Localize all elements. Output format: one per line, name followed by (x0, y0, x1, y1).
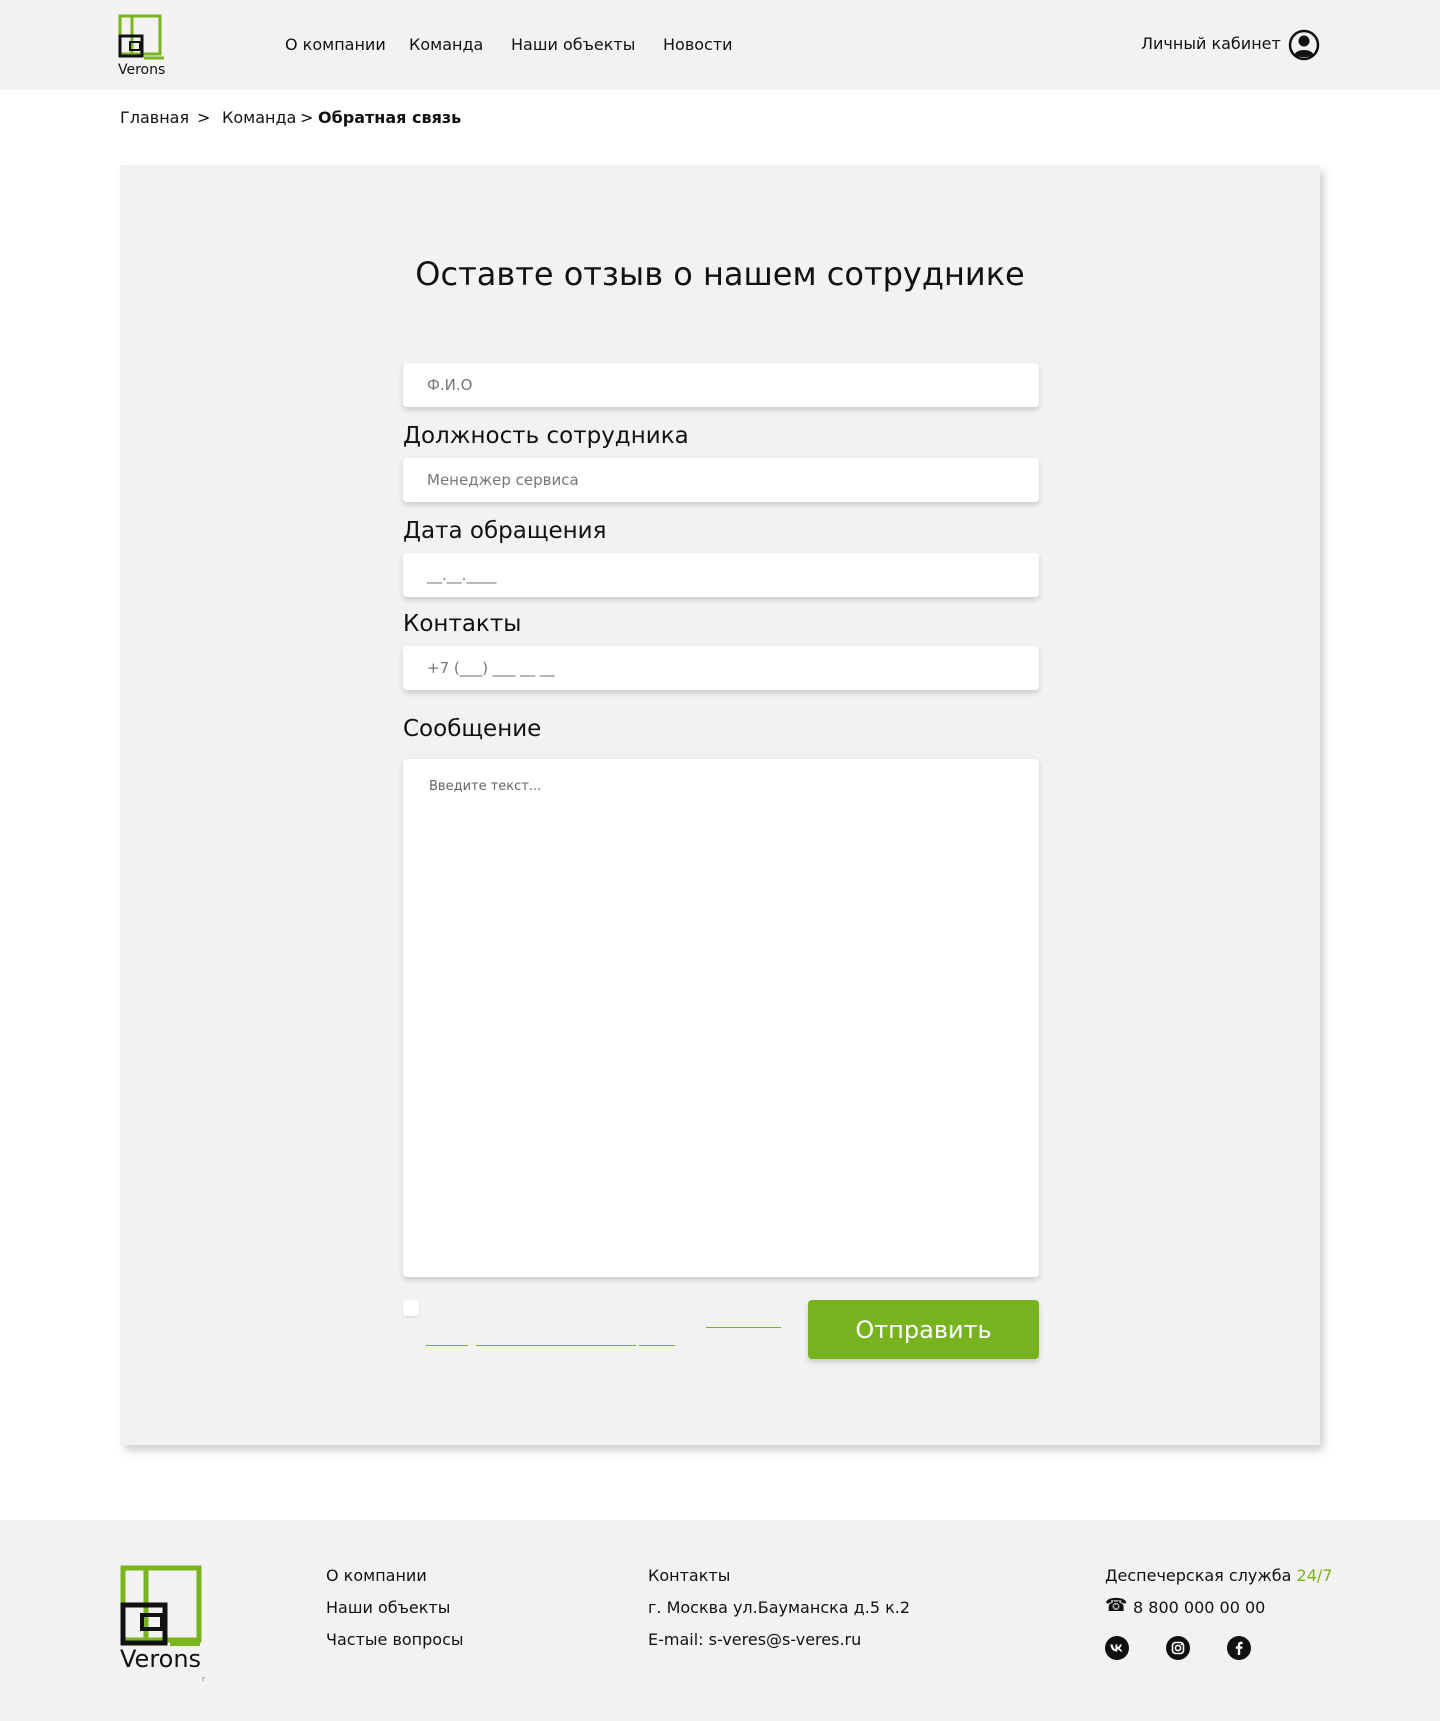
nav-about[interactable]: О компании (285, 35, 386, 54)
breadcrumb-team[interactable]: Команда (222, 108, 296, 127)
position-input[interactable] (403, 458, 1039, 502)
full-name-input[interactable] (403, 363, 1039, 407)
dispatch-hours: 24/7 (1296, 1566, 1333, 1585)
logo-text: Verons (118, 62, 166, 78)
logo[interactable]: Verons (118, 14, 166, 78)
logo-mark-icon (118, 14, 164, 60)
phone-input[interactable] (403, 646, 1039, 690)
nav-news[interactable]: Новости (663, 35, 733, 54)
date-label: Дата обращения (403, 518, 607, 544)
nav-objects[interactable]: Наши объекты (511, 35, 635, 54)
instagram-icon[interactable] (1166, 1636, 1190, 1660)
footer-contacts-title: Контакты (648, 1566, 731, 1585)
footer-link-about[interactable]: О компании (326, 1566, 427, 1585)
breadcrumb-separator: > (300, 108, 314, 127)
user-icon[interactable] (1288, 29, 1320, 61)
date-input[interactable] (403, 553, 1039, 597)
message-label: Сообщение (403, 716, 542, 742)
breadcrumb-current: Обратная связь (318, 108, 462, 127)
logo-mark-icon (120, 1565, 202, 1646)
footer-link-objects[interactable]: Наши объекты (326, 1598, 450, 1617)
position-label: Должность сотрудника (403, 423, 689, 449)
footer-logo[interactable]: Verons r (120, 1565, 210, 1685)
consent-link-underline[interactable] (639, 1345, 675, 1346)
form-title: Оставте отзыв о нашем сотруднике (415, 255, 1025, 293)
feedback-form-card: Оставте отзыв о нашем сотруднике Должнос… (120, 165, 1320, 1445)
nav-team[interactable]: Команда (409, 35, 483, 54)
phone-icon: ☎ (1105, 1595, 1128, 1616)
footer-address: г. Москва ул.Бауманска д.5 к.2 (648, 1598, 911, 1617)
consent-link-underline[interactable] (476, 1345, 636, 1346)
account-link[interactable]: Личный кабинет (1141, 34, 1281, 53)
submit-button[interactable]: Отправить (808, 1300, 1039, 1359)
facebook-icon[interactable] (1227, 1636, 1251, 1660)
consent-link-underline[interactable] (426, 1345, 468, 1346)
footer-phone[interactable]: 8 800 000 00 00 (1133, 1598, 1265, 1617)
contacts-label: Контакты (403, 611, 522, 637)
dispatch-label: Деспечерская служба 24/7 (1105, 1566, 1332, 1585)
consent-checkbox[interactable] (403, 1300, 419, 1316)
dispatch-text: Деспечерская служба (1105, 1566, 1292, 1585)
footer-link-faq[interactable]: Частые вопросы (326, 1630, 464, 1649)
site-header: Verons О компании Команда Наши объекты Н… (0, 0, 1440, 90)
footer-logo-mark: r (202, 1675, 205, 1683)
breadcrumb-separator: > (197, 108, 211, 127)
message-textarea[interactable] (403, 759, 1039, 1277)
footer-email[interactable]: E-mail: s-veres@s-veres.ru (648, 1630, 861, 1649)
site-footer: Verons r О компании Наши объекты Частые … (0, 1520, 1440, 1721)
vk-icon[interactable] (1105, 1636, 1129, 1660)
policy-link-underline[interactable] (706, 1327, 781, 1328)
footer-logo-text: Verons (120, 1645, 202, 1673)
breadcrumb-home[interactable]: Главная (120, 108, 189, 127)
